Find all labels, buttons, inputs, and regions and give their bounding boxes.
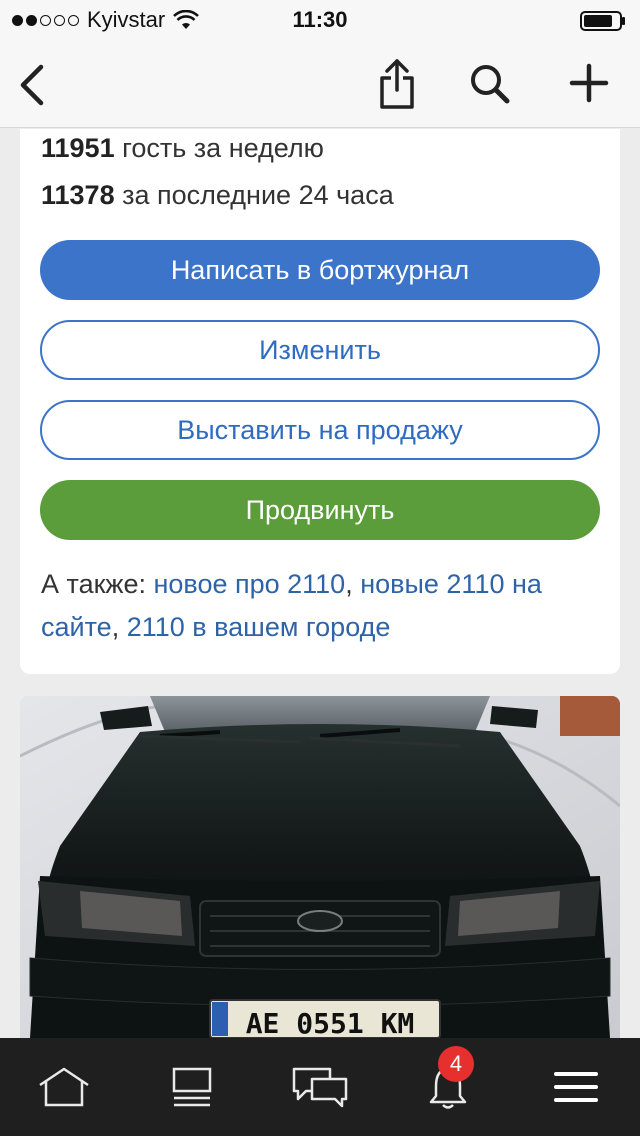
tab-home[interactable] bbox=[0, 1038, 128, 1136]
related-links-prefix: А также: bbox=[41, 569, 154, 599]
search-icon bbox=[471, 65, 510, 104]
menu-icon bbox=[554, 1072, 598, 1102]
carrier-name: Kyivstar bbox=[87, 7, 166, 32]
edit-button[interactable]: Изменить bbox=[40, 320, 600, 380]
weekly-guests-count: 11951 bbox=[41, 133, 115, 163]
wifi-icon bbox=[173, 10, 200, 29]
put-up-for-sale-button[interactable]: Выставить на продажу bbox=[40, 400, 600, 460]
car-actions-card: 11951 гость за неделю 11378 за последние… bbox=[20, 129, 620, 674]
tab-feed[interactable] bbox=[128, 1038, 256, 1136]
back-button[interactable] bbox=[10, 60, 54, 110]
search-button[interactable] bbox=[466, 58, 514, 110]
add-button[interactable] bbox=[564, 58, 614, 108]
chevron-left-icon bbox=[20, 64, 44, 106]
link-news-about-model[interactable]: новое про 2110 bbox=[153, 569, 345, 599]
share-icon bbox=[380, 59, 414, 109]
related-links: А также: новое про 2110, новые 2110 на с… bbox=[41, 569, 542, 642]
weekly-guests-stat: 11951 гость за неделю bbox=[41, 133, 324, 164]
car-photo[interactable]: AE 0551 KM bbox=[20, 696, 620, 1038]
tab-bar: 4 bbox=[0, 1038, 640, 1136]
tab-menu[interactable] bbox=[512, 1038, 640, 1136]
promote-button[interactable]: Продвинуть bbox=[40, 480, 600, 540]
tab-messages[interactable] bbox=[256, 1038, 384, 1136]
daily-guests-label: за последние 24 часа bbox=[114, 180, 394, 210]
weekly-guests-label: гость за неделю bbox=[114, 133, 324, 163]
signal-strength-icon bbox=[12, 14, 79, 26]
notification-count-badge: 4 bbox=[438, 1046, 474, 1082]
share-button[interactable] bbox=[374, 54, 420, 114]
license-plate-text: AE 0551 KM bbox=[246, 1007, 415, 1038]
car-photo-image: AE 0551 KM bbox=[20, 696, 620, 1038]
write-logbook-button[interactable]: Написать в бортжурнал bbox=[40, 240, 600, 300]
battery-icon bbox=[580, 11, 625, 31]
home-icon bbox=[39, 1067, 89, 1107]
screen: Kyivstar 11:30 11951 гость за неделю 113… bbox=[0, 0, 640, 1136]
daily-guests-stat: 11378 за последние 24 часа bbox=[41, 180, 394, 211]
link-in-your-city[interactable]: 2110 в вашем городе bbox=[127, 612, 391, 642]
messages-icon bbox=[292, 1067, 348, 1108]
daily-guests-count: 11378 bbox=[41, 180, 115, 210]
plus-icon bbox=[569, 63, 609, 103]
status-bar: Kyivstar 11:30 bbox=[0, 0, 640, 40]
tab-notifications[interactable]: 4 bbox=[384, 1038, 512, 1136]
feed-icon bbox=[172, 1067, 212, 1107]
navigation-bar bbox=[0, 40, 640, 128]
